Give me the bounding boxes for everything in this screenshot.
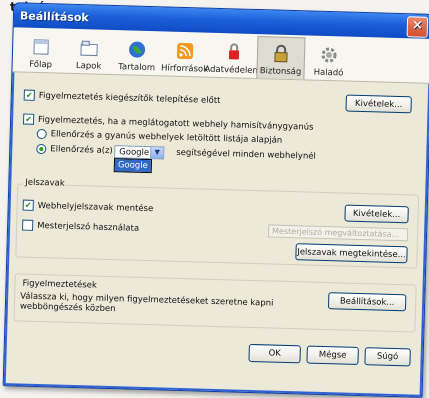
tab-label: Adatvédelem — [204, 64, 261, 77]
master-password-label: Mesterjelszó használata — [37, 220, 140, 234]
tab-label: Biztonság — [259, 66, 302, 78]
tab-security[interactable]: Biztonság — [256, 36, 306, 80]
check-provider-option[interactable]: Ellenőrzés a(z) — [36, 143, 113, 157]
check-provider-label: Ellenőrzés a(z) — [50, 144, 113, 157]
check-downloaded-list-label: Ellenőrzés a gyanús webhelyek letöltött … — [50, 129, 283, 146]
tab-label: Tartalom — [118, 62, 156, 74]
dialog-title: Beállítások — [19, 8, 89, 24]
provider-selected-value: Google — [119, 146, 150, 158]
security-panel: ✔ Figyelmeztetés kiegészítők telepítése … — [10, 75, 422, 388]
close-button[interactable]: ✕ — [406, 16, 429, 38]
provider-suffix-text: segítségével minden webhelynél — [176, 147, 317, 162]
remember-passwords-checkbox[interactable]: ✔ — [22, 199, 34, 211]
chevron-down-icon[interactable]: ▼ — [150, 147, 164, 159]
ok-button[interactable]: OK — [248, 343, 301, 364]
provider-option[interactable]: Google — [114, 159, 152, 173]
tab-privacy[interactable]: Adatvédelem — [204, 35, 261, 78]
check-downloaded-list-option[interactable]: Ellenőrzés a gyanús webhelyek letöltött … — [36, 128, 283, 146]
gear-icon — [319, 45, 340, 66]
globe-icon — [127, 39, 148, 60]
master-password-checkbox[interactable] — [22, 219, 34, 231]
tab-content[interactable]: Tartalom — [112, 32, 161, 75]
tab-label: Főlap — [29, 59, 53, 71]
addons-warning-option[interactable]: ✔ Figyelmeztetés kiegészítők telepítése … — [23, 89, 221, 106]
password-exceptions-button[interactable]: Kivételek... — [344, 204, 409, 224]
tab-feeds[interactable]: Hírforrások — [160, 33, 209, 76]
addons-warning-checkbox[interactable]: ✔ — [23, 89, 35, 101]
help-button[interactable]: Súgó — [364, 347, 411, 367]
preferences-dialog: Beállítások ✕ Főlap Lapok Tartalom Hírfo… — [2, 2, 429, 398]
tabs-icon — [79, 38, 100, 59]
addons-warning-label: Figyelmeztetés kiegészítők telepítése el… — [38, 90, 221, 106]
show-passwords-button[interactable]: Jelszavak megtekintése... — [295, 243, 408, 264]
tab-advanced[interactable]: Haladó — [304, 37, 353, 80]
warnings-settings-button[interactable]: Beállítások... — [327, 292, 407, 312]
tab-label: Haladó — [313, 67, 344, 79]
addons-exceptions-button[interactable]: Kivételek... — [345, 94, 412, 114]
privacy-mask-icon — [223, 42, 244, 63]
lock-icon — [271, 43, 292, 64]
tab-label: Lapok — [75, 60, 102, 72]
tab-main[interactable]: Főlap — [16, 29, 65, 72]
provider-dropdown-list: Google — [113, 158, 153, 174]
tab-tabs[interactable]: Lapok — [64, 31, 113, 74]
cancel-button[interactable]: Mégse — [306, 345, 359, 365]
tab-label: Hírforrások — [160, 63, 209, 75]
check-provider-radio[interactable] — [36, 143, 47, 155]
rss-feed-icon — [175, 41, 196, 62]
check-downloaded-list-radio[interactable] — [36, 128, 47, 140]
passwords-group-label: Jelszavak — [23, 177, 67, 189]
forgery-warning-checkbox[interactable]: ✔ — [22, 113, 35, 125]
home-page-icon — [31, 37, 52, 58]
